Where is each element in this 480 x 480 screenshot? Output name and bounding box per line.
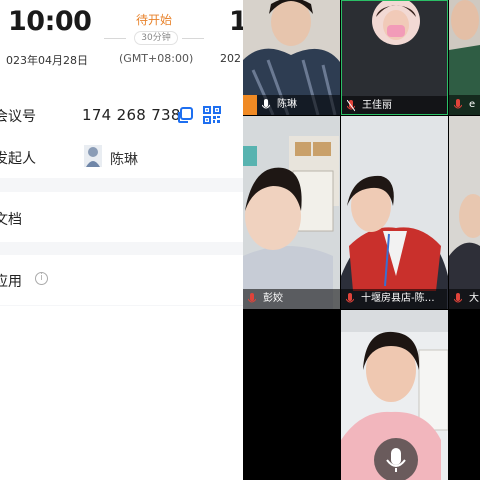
mic-muted-icon — [347, 100, 355, 112]
end-time: 1 — [229, 6, 243, 37]
documents-row[interactable]: 文档 — [0, 192, 243, 242]
video-tile[interactable]: e — [449, 0, 480, 115]
copy-icon[interactable] — [176, 106, 194, 124]
participant-name: 大 — [469, 293, 479, 304]
participant-name-bar: 十堰房县店-陈… — [341, 289, 447, 309]
participant-video — [341, 116, 448, 309]
qr-code-icon[interactable] — [203, 106, 221, 124]
video-tile[interactable]: 陈琳 — [243, 0, 340, 115]
start-time: 10:00 — [8, 6, 92, 37]
avatar — [84, 145, 102, 167]
participant-video — [449, 116, 480, 309]
participant-name-bar: 大 — [449, 289, 480, 309]
participant-name: 十堰房县店-陈… — [361, 293, 435, 304]
host-indicator — [243, 95, 257, 115]
video-tile[interactable]: 王佳丽 — [341, 0, 448, 115]
timezone: (GMT+08:00) — [119, 52, 194, 65]
participant-avatar — [366, 1, 426, 49]
duration-indicator: 30分钟 — [104, 31, 204, 45]
info-icon[interactable]: i — [35, 272, 48, 285]
participant-name-bar: 彭姣 — [243, 289, 340, 309]
meeting-id-label: 会议号 — [0, 109, 36, 125]
duration-line-left — [104, 38, 126, 39]
meeting-status: 待开始 — [135, 13, 172, 27]
participant-name-bar: 陈琳 — [257, 95, 340, 115]
apps-label: 应用 — [0, 274, 22, 290]
host-name: 陈琳 — [110, 152, 138, 168]
mic-icon — [386, 448, 406, 472]
participant-name: 陈琳 — [277, 99, 297, 110]
start-date: 023年04月28日 — [6, 54, 88, 67]
mic-muted-icon — [346, 293, 354, 303]
meeting-details-panel: 10:00 待开始 30分钟 1 023年04月28日 (GMT+08:00) … — [0, 0, 243, 480]
participant-name: 王佳丽 — [362, 100, 392, 111]
mic-button[interactable] — [374, 438, 418, 480]
apps-row[interactable]: 应用 i — [0, 255, 243, 305]
host-label: 发起人 — [0, 151, 36, 167]
apps-content-area — [0, 306, 243, 480]
participant-name: 彭姣 — [263, 293, 283, 304]
meeting-time-header: 10:00 待开始 30分钟 1 023年04月28日 (GMT+08:00) … — [0, 0, 243, 92]
video-tile[interactable]: 十堰房县店-陈… — [341, 116, 448, 309]
meeting-duration: 30分钟 — [134, 31, 178, 45]
video-tile[interactable]: 彭姣 — [243, 116, 340, 309]
mic-muted-icon — [248, 293, 256, 303]
video-tile[interactable]: 大 — [449, 116, 480, 309]
end-date: 202 — [220, 52, 241, 65]
video-tile-empty — [449, 310, 480, 480]
video-tile-empty — [243, 310, 340, 480]
participant-video — [243, 116, 340, 309]
duration-line-right — [182, 38, 204, 39]
participant-name-bar: e — [449, 95, 480, 115]
meeting-id: 174 268 738 — [82, 106, 181, 124]
video-tile[interactable] — [341, 310, 448, 480]
mic-icon — [262, 99, 270, 109]
meeting-info-section: 会议号 174 268 738 发起人 陈琳 — [0, 92, 243, 178]
participant-name-bar: 王佳丽 — [342, 96, 447, 114]
participant-name: e — [469, 99, 476, 110]
mic-muted-icon — [454, 293, 462, 303]
mic-muted-icon — [454, 99, 462, 109]
documents-label: 文档 — [0, 212, 22, 228]
